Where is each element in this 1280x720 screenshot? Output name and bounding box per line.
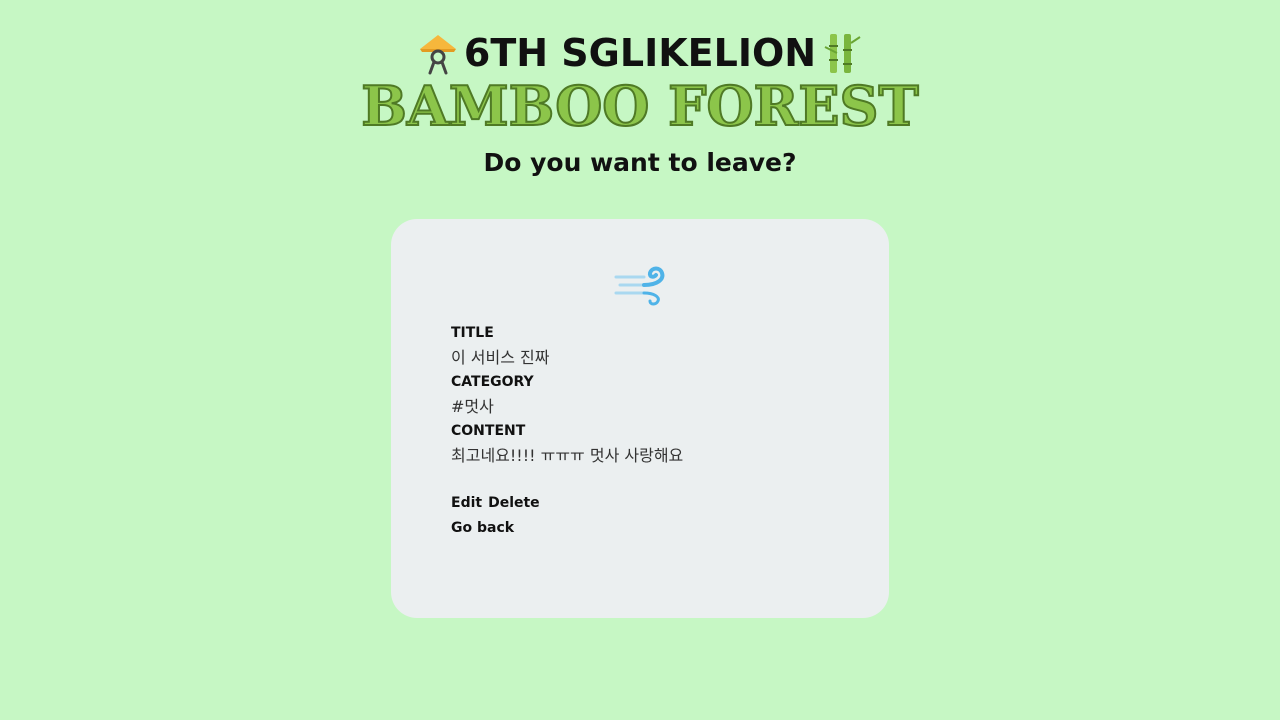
post-card: TITLE 이 서비스 진짜 CATEGORY #멋사 CONTENT 최고네요… [391, 219, 889, 618]
rice-hat-person-icon [418, 31, 458, 75]
edit-delete-row: Edit Delete [451, 491, 540, 516]
page-question: Do you want to leave? [483, 148, 797, 177]
content-value: 최고네요!!!! ㅠㅠㅠ 멋사 사랑해요 [451, 446, 684, 465]
category-value: #멋사 [451, 397, 494, 416]
category-label: CATEGORY [451, 374, 534, 390]
wind-icon [614, 263, 668, 307]
back-row: Go back [451, 516, 540, 541]
bamboo-icon [822, 31, 862, 75]
post-fields: TITLE 이 서비스 진짜 CATEGORY #멋사 CONTENT 최고네요… [451, 322, 871, 469]
edit-link[interactable]: Edit [451, 495, 482, 511]
title-value: 이 서비스 진짜 [451, 348, 550, 367]
site-subtitle: BAMBOO FOREST [360, 74, 919, 138]
post-actions: Edit Delete Go back [451, 491, 540, 541]
delete-link[interactable]: Delete [488, 495, 540, 511]
site-title: 6TH SGLIKELION [463, 31, 817, 75]
go-back-link[interactable]: Go back [451, 520, 514, 536]
title-row: 6TH SGLIKELION [0, 30, 1280, 76]
content-label: CONTENT [451, 423, 526, 439]
title-label: TITLE [451, 325, 494, 341]
